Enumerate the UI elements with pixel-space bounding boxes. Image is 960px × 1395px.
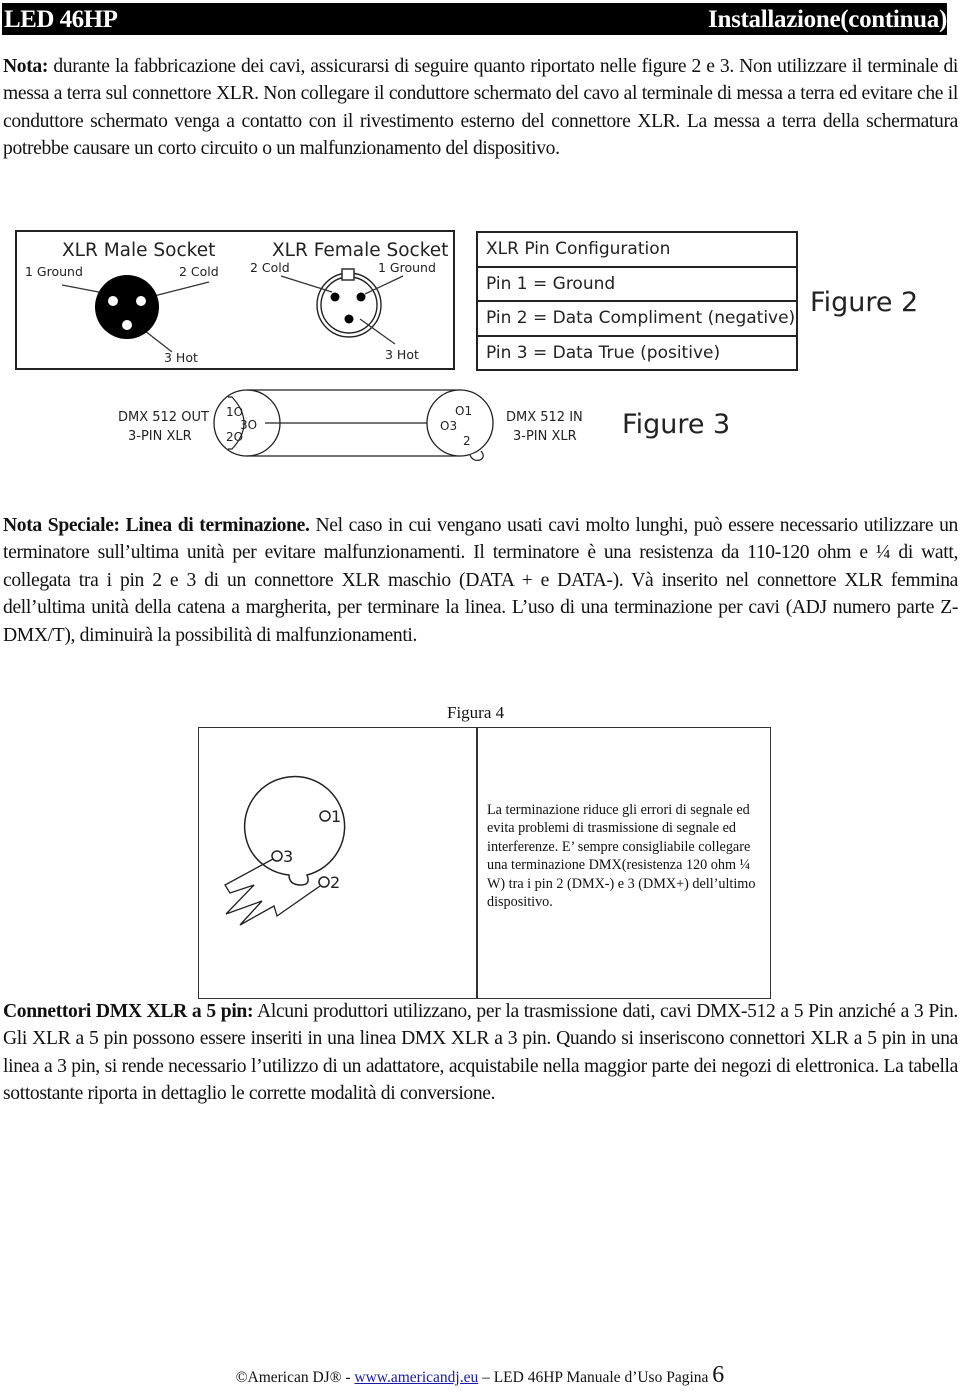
in-pin1: O1: [455, 404, 472, 418]
figure-4-caption: Figura 4: [447, 703, 505, 722]
fig4-pin3: 3: [283, 847, 293, 866]
special-note-label: Nota Speciale: Linea di terminazione.: [3, 515, 310, 536]
pin-configuration-table: XLR Pin Configuration Pin 1 = Ground Pin…: [476, 231, 798, 371]
footer-manual-title: – LED 46HP Manuale d’Uso Pagina: [478, 1369, 713, 1386]
special-note-paragraph: Nota Speciale: Linea di terminazione. Ne…: [3, 512, 958, 649]
out-pin1: 1O: [226, 405, 243, 419]
note-label: Nota:: [3, 56, 49, 77]
page-footer: ©American DJ® - www.americandj.eu – LED …: [0, 1362, 960, 1389]
section-title: Installazione(continua): [708, 6, 947, 33]
female-socket-title: XLR Female Socket: [272, 240, 448, 261]
figure-4-box: 1 3 2 La terminazione riduce gli errori …: [198, 727, 771, 999]
female-socket-icon: [280, 268, 404, 345]
female-pin1-label: 1 Ground: [378, 260, 436, 275]
figure-4-description: La terminazione riduce gli errori di seg…: [487, 802, 756, 911]
pin-config-header: XLR Pin Configuration: [478, 233, 796, 268]
female-pin2-label: 2 Cold: [250, 260, 290, 275]
male-pin3-label: 3 Hot: [164, 350, 198, 365]
out-pin2: 2O: [226, 430, 243, 444]
dmx-out-label-line1: DMX 512 OUT: [118, 410, 209, 425]
footer-website-link[interactable]: www.americandj.eu: [354, 1369, 478, 1386]
pin-config-row: Pin 1 = Ground: [478, 268, 796, 302]
page-number: 6: [712, 1362, 725, 1388]
male-pin1-label: 1 Ground: [25, 264, 83, 279]
pin-config-row: Pin 2 = Data Compliment (negative): [478, 302, 796, 337]
female-pin3-label: 3 Hot: [385, 347, 419, 362]
dmx-out-label-line2: 3-PIN XLR: [128, 429, 192, 444]
note-text: durante la fabbricazione dei cavi, assic…: [3, 56, 958, 160]
note-paragraph: Nota: durante la fabbricazione dei cavi,…: [3, 53, 958, 163]
header-bar: LED 46HP Installazione(continua): [2, 3, 947, 35]
five-pin-label: Connettori DMX XLR a 5 pin:: [3, 1001, 254, 1022]
dmx-in-connector-icon: O1 O3 2: [426, 389, 494, 462]
five-pin-paragraph: Connettori DMX XLR a 5 pin: Alcuni produ…: [3, 998, 958, 1108]
male-socket-icon: [61, 275, 210, 353]
figure-3-label: Figure 3: [622, 409, 730, 440]
footer-copyright: ©American DJ® -: [235, 1369, 355, 1386]
figure-2-label: Figure 2: [810, 287, 919, 318]
dmx-cable-diagram: DMX 512 OUT 3-PIN XLR 1O 3O 2O O1 O3 2 D…: [118, 389, 730, 462]
terminator-connector-icon: 1 3 2: [224, 775, 346, 926]
resistor-icon: [224, 858, 321, 926]
dmx-in-label-line1: DMX 512 IN: [506, 410, 583, 425]
fig4-pin2: 2: [330, 873, 340, 892]
pin-config-row: Pin 3 = Data True (positive): [486, 342, 721, 363]
figure-4-divider: [476, 728, 478, 998]
dmx-in-label-line2: 3-PIN XLR: [513, 429, 577, 444]
in-pin2: 2: [463, 434, 471, 448]
male-socket-title: XLR Male Socket: [62, 240, 215, 261]
in-pin3: O3: [440, 419, 457, 433]
product-name: LED 46HP: [4, 6, 118, 33]
male-pin2-label: 2 Cold: [179, 264, 219, 279]
xlr-sockets-diagram: XLR Male Socket 1 Ground 2 Cold 3 Hot XL…: [15, 230, 455, 370]
fig4-pin1: 1: [331, 807, 341, 826]
